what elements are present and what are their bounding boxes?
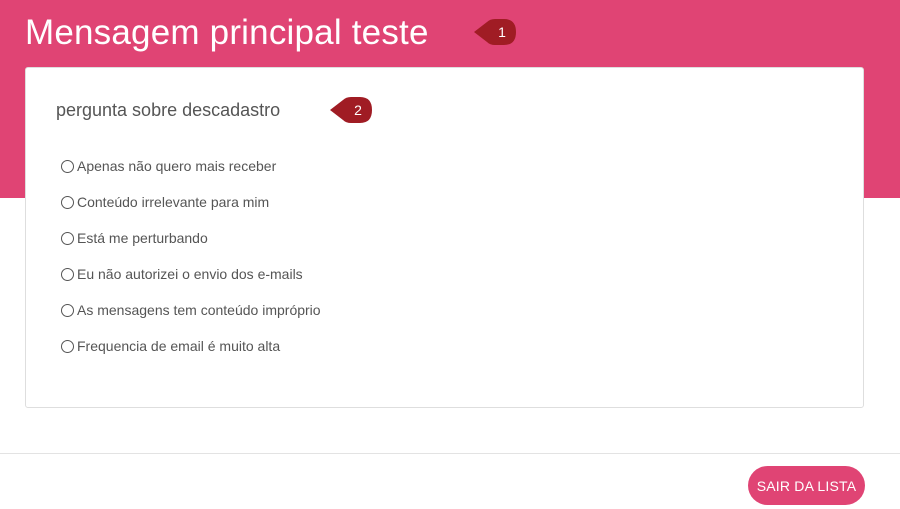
annotation-marker-2: 2 <box>330 95 374 125</box>
option-label: Conteúdo irrelevante para mim <box>77 194 270 210</box>
question-title: pergunta sobre descadastro <box>56 100 281 120</box>
unsubscribe-card: pergunta sobre descadastro Apenas não qu… <box>25 67 864 408</box>
option-label: As mensagens tem conteúdo impróprio <box>77 302 321 318</box>
option-label: Apenas não quero mais receber <box>77 158 277 174</box>
option-item[interactable]: Apenas não quero mais receber <box>61 148 321 184</box>
exit-list-button[interactable]: SAIR DA LISTA <box>748 466 865 505</box>
annotation-marker-1: 1 <box>474 17 518 47</box>
radio-button[interactable] <box>61 267 74 281</box>
option-item[interactable]: Eu não autorizei o envio dos e-mails <box>61 256 321 292</box>
options-list: Apenas não quero mais receber Conteúdo i… <box>61 148 321 364</box>
page-title: Mensagem principal teste <box>25 13 429 52</box>
option-label: Eu não autorizei o envio dos e-mails <box>77 266 303 282</box>
marker-number: 1 <box>498 24 506 40</box>
option-item[interactable]: Conteúdo irrelevante para mim <box>61 184 321 220</box>
option-item[interactable]: Frequencia de email é muito alta <box>61 328 321 364</box>
marker-number: 2 <box>354 102 362 118</box>
radio-button[interactable] <box>61 339 74 353</box>
radio-button[interactable] <box>61 159 74 173</box>
option-item[interactable]: Está me perturbando <box>61 220 321 256</box>
radio-button[interactable] <box>61 231 74 245</box>
option-item[interactable]: As mensagens tem conteúdo impróprio <box>61 292 321 328</box>
footer-divider <box>0 453 900 454</box>
option-label: Frequencia de email é muito alta <box>77 338 281 354</box>
radio-button[interactable] <box>61 195 74 209</box>
option-label: Está me perturbando <box>77 230 208 246</box>
radio-button[interactable] <box>61 303 74 317</box>
